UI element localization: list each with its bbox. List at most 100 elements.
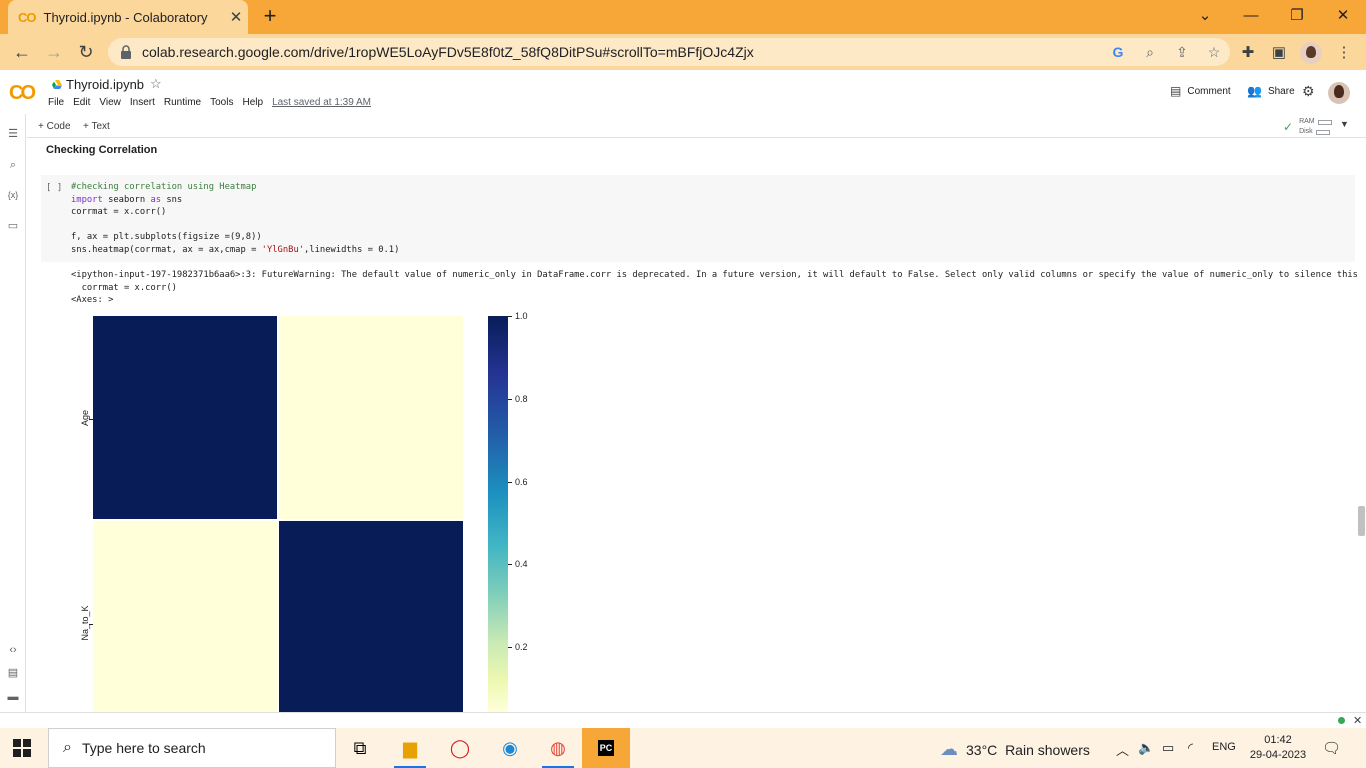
menu-view[interactable]: View [99, 97, 121, 108]
resources-indicator[interactable]: ✓ RAM Disk [1283, 117, 1332, 137]
opera-icon[interactable]: ◯ [436, 728, 484, 768]
menu-file[interactable]: File [48, 97, 64, 108]
colorbar-tick-label: 0.4 [515, 559, 528, 570]
code-editor[interactable]: #checking correlation using Heatmap impo… [71, 181, 399, 257]
extensions-icon[interactable]: ✚ [1237, 42, 1259, 64]
share-button[interactable]: 👥 Share [1247, 84, 1295, 98]
clock-date: 29-04-2023 [1249, 749, 1307, 761]
close-window-button[interactable]: ✕ [1320, 4, 1366, 28]
code-text: ,linewidths = 0.1) [304, 244, 400, 255]
star-icon[interactable]: ☆ [150, 76, 162, 92]
file-explorer-icon[interactable]: ▆ [386, 728, 434, 768]
people-icon: 👥 [1247, 84, 1262, 98]
add-code-button[interactable]: + Code [38, 121, 71, 132]
chrome-icon[interactable]: ◍ [534, 728, 582, 768]
ram-bar [1317, 119, 1332, 125]
notification-icon[interactable]: 🗨 [1322, 739, 1342, 757]
notebook-title-text: Thyroid.ipynb [66, 77, 145, 92]
edge-icon[interactable]: ◉ [486, 728, 534, 768]
connected-check-icon: ✓ [1283, 120, 1294, 134]
weather-widget[interactable]: ☁ 33°C Rain showers [940, 739, 1090, 760]
colorbar-tick-label: 0.2 [515, 642, 528, 653]
notebook-title[interactable]: Thyroid.ipynb [52, 77, 144, 92]
tab-close-icon[interactable]: ✕ [224, 8, 248, 26]
menu-help[interactable]: Help [242, 97, 263, 108]
colab-tab-icon: CO [18, 9, 36, 25]
clock[interactable]: 01:42 29-04-2023 [1248, 733, 1308, 763]
notebook-content: Checking Correlation [ ] #checking corre… [27, 138, 1357, 712]
table-of-contents-icon[interactable]: ☰ [5, 126, 21, 142]
google-icon[interactable]: G [1102, 44, 1134, 60]
terminal-icon[interactable]: ▬ [5, 689, 21, 705]
gear-icon[interactable]: ⚙ [1302, 83, 1315, 100]
comment-label: Comment [1187, 85, 1231, 97]
drive-icon [52, 80, 62, 89]
minimize-button[interactable]: — [1228, 4, 1274, 28]
colorbar-tick-label: 1.0 [515, 311, 528, 321]
battery-icon[interactable]: ▭ [1162, 740, 1174, 756]
colorbar-tick-mark [508, 398, 512, 400]
menu-tools[interactable]: Tools [210, 97, 233, 108]
rain-cloud-icon: ☁ [940, 739, 958, 759]
page-scrollbar[interactable] [1358, 506, 1365, 536]
back-button[interactable]: ← [10, 40, 34, 64]
comment-button[interactable]: ▤ Comment [1170, 84, 1231, 98]
section-heading: Checking Correlation [46, 144, 158, 156]
share-page-icon[interactable]: ⇪ [1166, 44, 1198, 61]
code-cell[interactable]: [ ] #checking correlation using Heatmap … [41, 175, 1355, 262]
heatmap-chart: Age Na_to_K [80, 316, 493, 712]
lock-icon [121, 45, 131, 59]
menu-runtime[interactable]: Runtime [164, 97, 201, 108]
code-keyword: import [71, 194, 103, 205]
colorbar-tick-mark [508, 481, 512, 483]
colorbar [488, 316, 508, 712]
colab-header: CO Thyroid.ipynb ☆ File Edit View Insert… [0, 70, 1366, 114]
y-tick-label: Age [80, 409, 90, 426]
zoom-icon[interactable]: ⌕ [1134, 44, 1166, 61]
heatmap-cell [93, 521, 277, 712]
heatmap-cell [93, 316, 277, 519]
reload-button[interactable]: ↻ [74, 40, 98, 64]
weather-text: Rain showers [1005, 741, 1090, 758]
colab-logo[interactable]: CO [9, 82, 36, 105]
task-view-icon[interactable]: ⧉ [336, 728, 384, 768]
tab-search-icon[interactable]: ⌄ [1182, 4, 1228, 28]
search-placeholder: Type here to search [81, 740, 206, 756]
volume-icon[interactable]: 🔈 [1138, 740, 1154, 756]
forward-button[interactable]: → [42, 40, 66, 64]
side-panel-icon[interactable]: ▣ [1268, 42, 1290, 64]
restore-button[interactable]: ❐ [1274, 4, 1320, 28]
code-snippets-icon[interactable]: ‹› [5, 642, 21, 658]
address-bar[interactable]: colab.research.google.com/drive/1ropWE5L… [108, 38, 1230, 66]
profile-avatar[interactable] [1300, 42, 1322, 64]
files-icon[interactable]: ▭ [5, 218, 21, 234]
variables-icon[interactable]: {x} [5, 187, 21, 203]
status-indicator[interactable] [1338, 717, 1345, 724]
browser-menu-icon[interactable]: ⋮ [1333, 42, 1355, 64]
new-tab-button[interactable]: + [258, 5, 282, 29]
runtime-dropdown-icon[interactable]: ▼ [1340, 119, 1349, 129]
taskbar-search-box[interactable]: ⌕ Type here to search [48, 728, 336, 768]
search-icon[interactable]: ⌕ [5, 157, 21, 173]
colorbar-tick-label: 0.8 [515, 393, 528, 404]
pycharm-icon[interactable]: PC [582, 728, 630, 768]
status-close-icon[interactable]: ✕ [1353, 714, 1362, 727]
user-avatar[interactable] [1328, 82, 1350, 104]
menu-edit[interactable]: Edit [73, 97, 90, 108]
code-text: f, ax = plt.subplots(figsize =(9,8)) [71, 232, 262, 243]
windows-start-icon[interactable] [13, 739, 31, 757]
browser-tab[interactable]: CO Thyroid.ipynb - Colaboratory ✕ [8, 0, 248, 34]
code-string: 'YlGnBu' [261, 244, 305, 255]
run-cell-button[interactable]: [ ] [46, 183, 62, 193]
add-text-button[interactable]: + Text [83, 121, 110, 132]
tab-title: Thyroid.ipynb - Colaboratory [43, 9, 208, 25]
code-text: seaborn [102, 194, 151, 205]
last-saved-link[interactable]: Last saved at 1:39 AM [272, 97, 371, 108]
bookmark-star-icon[interactable]: ☆ [1198, 44, 1230, 61]
wifi-icon[interactable]: ◜ [1188, 740, 1193, 756]
menu-insert[interactable]: Insert [130, 97, 155, 108]
chevron-up-icon[interactable]: ︿ [1116, 740, 1129, 759]
heatmap-cell [279, 521, 463, 712]
language-indicator[interactable]: ENG [1212, 741, 1236, 753]
command-palette-icon[interactable]: ▤ [5, 665, 21, 681]
